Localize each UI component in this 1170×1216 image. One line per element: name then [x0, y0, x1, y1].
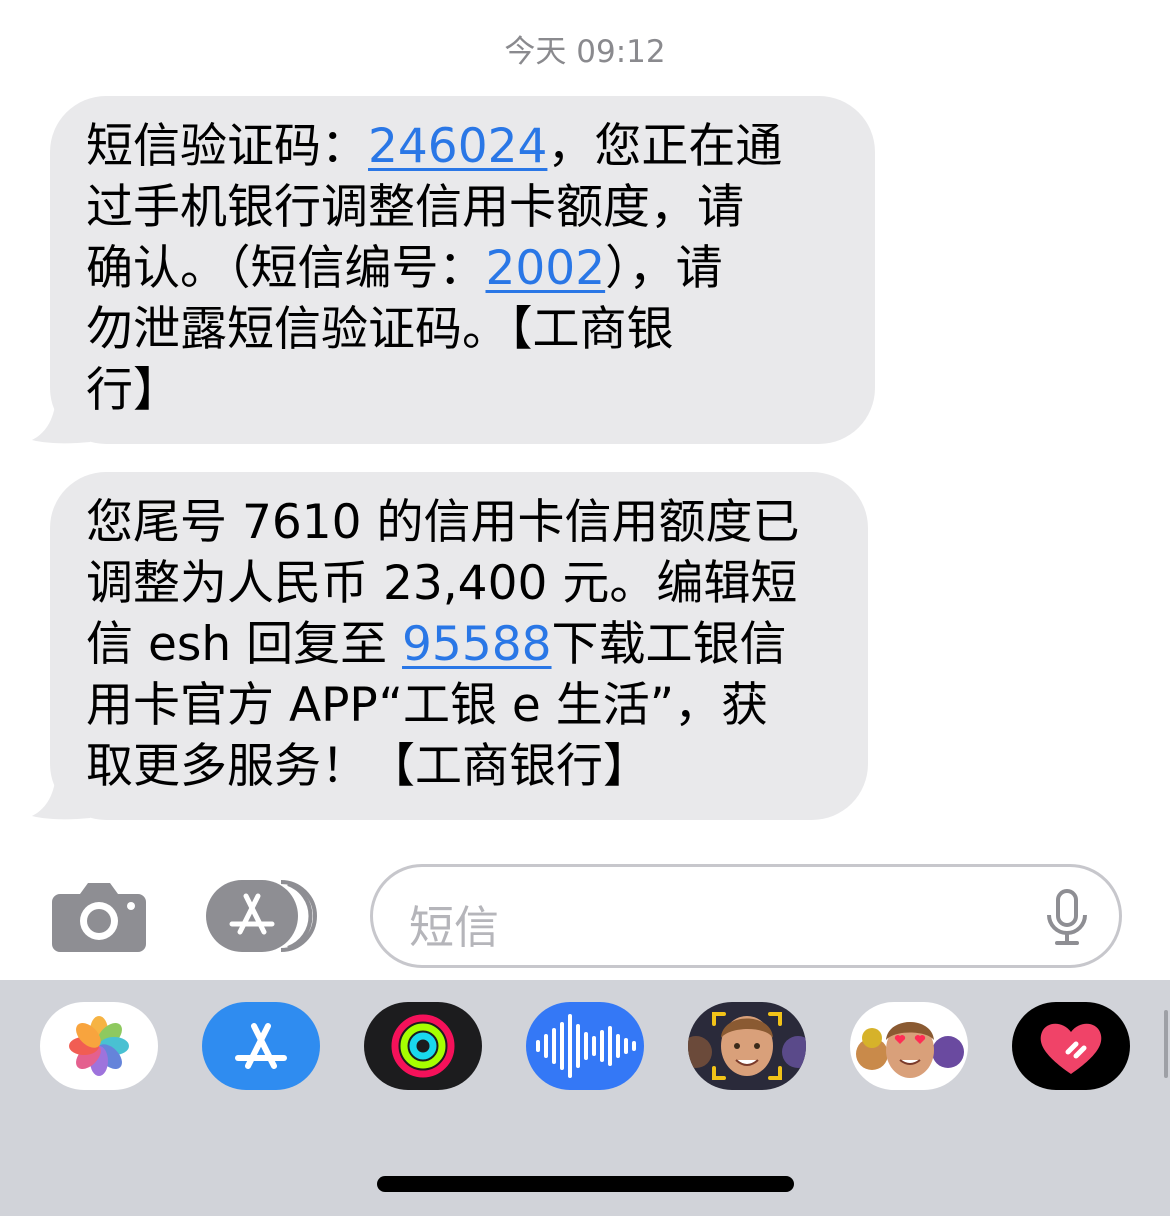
memoji-stickers-app[interactable] — [850, 1002, 968, 1090]
message-text: 用卡官方 APP“工银 e 生活”，获 — [86, 678, 769, 733]
microphone-icon[interactable] — [1045, 889, 1089, 947]
imessage-app-drawer — [0, 980, 1170, 1216]
message-link[interactable]: 2002 — [486, 241, 606, 296]
message-line: 过手机银行调整信用卡额度，请 — [86, 177, 841, 238]
app-store-app[interactable] — [202, 1002, 320, 1090]
message-line: 勿泄露短信验证码。【工商银 — [86, 299, 841, 360]
message-input-placeholder: 短信 — [409, 901, 500, 954]
message-line: 取更多服务！【工商银行】 — [86, 736, 834, 797]
message-link[interactable]: 95588 — [402, 617, 552, 672]
message-text: 信 esh 回复至 — [86, 617, 403, 672]
message-line: 短信验证码：246024，您正在通 — [86, 116, 841, 177]
app-store-icon — [235, 1023, 287, 1069]
message-text: 调整为人民币 23,400 元。编辑短 — [86, 556, 798, 611]
memoji-icon — [688, 1012, 806, 1080]
activity-rings-icon — [391, 1014, 455, 1078]
message-text: 行】 — [86, 363, 180, 418]
scroll-indicator — [1164, 1010, 1168, 1078]
message-text: ，您正在通 — [547, 119, 783, 174]
message-text: 确认。（短信编号： — [86, 241, 486, 296]
photos-icon — [69, 1016, 129, 1076]
compose-bar: 短信 — [0, 862, 1170, 972]
message-line: 用卡官方 APP“工银 e 生活”，获 — [86, 675, 834, 736]
message-text: ），请 — [605, 241, 723, 296]
message-text: 下载工银信 — [551, 617, 787, 672]
message-timestamp: 今天 09:12 — [504, 34, 666, 70]
activity-app[interactable] — [364, 1002, 482, 1090]
memoji-stickers-icon — [856, 1022, 964, 1078]
message-line: 调整为人民币 23,400 元。编辑短 — [86, 553, 834, 614]
message-line: 行】 — [86, 360, 841, 421]
message-text: 取更多服务！【工商银行】 — [86, 739, 650, 794]
digital-touch-app[interactable] — [1012, 1002, 1130, 1090]
message-input[interactable]: 短信 — [370, 864, 1122, 968]
message-text: 过手机银行调整信用卡额度，请 — [86, 180, 744, 235]
heart-icon — [1040, 1023, 1102, 1074]
message-line: 信 esh 回复至 95588下载工银信 — [86, 614, 834, 675]
message-text: 您尾号 7610 的信用卡信用额度已 — [86, 495, 800, 550]
app-store-icon — [206, 880, 317, 952]
message-bubble[interactable]: 短信验证码：246024，您正在通 过手机银行调整信用卡额度，请 确认。（短信编号：… — [50, 96, 875, 444]
message-text: 短信验证码： — [86, 119, 368, 174]
message-line: 您尾号 7610 的信用卡信用额度已 — [86, 492, 834, 553]
apps-button[interactable] — [206, 880, 320, 952]
photos-app[interactable] — [40, 1002, 158, 1090]
message-line: 确认。（短信编号：2002），请 — [86, 238, 841, 299]
waveform-icon — [536, 1014, 636, 1078]
message-bubble[interactable]: 您尾号 7610 的信用卡信用额度已 调整为人民币 23,400 元。编辑短信 e… — [50, 472, 868, 820]
home-indicator[interactable] — [377, 1176, 794, 1192]
message-text: 勿泄露短信验证码。【工商银 — [86, 302, 674, 357]
camera-icon — [52, 883, 146, 952]
audio-message-app[interactable] — [526, 1002, 644, 1090]
memoji-app[interactable] — [688, 1002, 806, 1090]
message-link[interactable]: 246024 — [368, 119, 547, 174]
camera-button[interactable] — [52, 880, 146, 952]
